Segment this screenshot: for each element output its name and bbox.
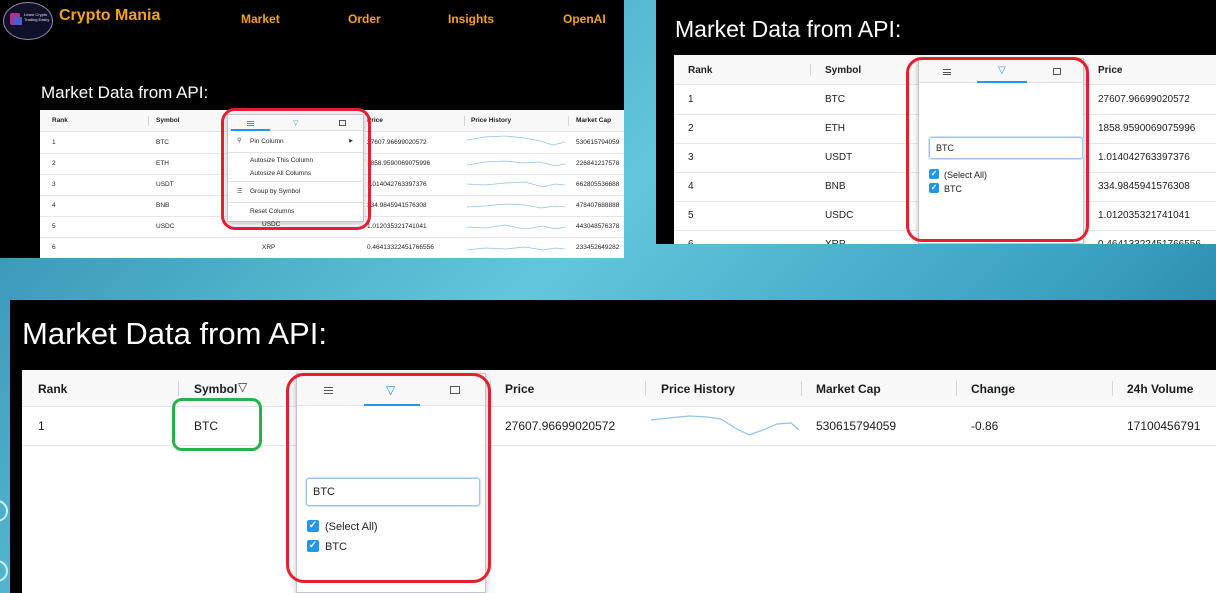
header-24h-volume[interactable]: 24h Volume: [1127, 382, 1193, 396]
cell-market-cap: 530615794059: [816, 419, 897, 433]
sparkline: [466, 160, 566, 167]
app-logo[interactable]: Learn Crypto Trading Easily: [3, 2, 53, 40]
sparkline: [466, 246, 566, 251]
header-divider: [178, 381, 179, 396]
header-rank[interactable]: Rank: [52, 117, 68, 124]
cell-price: 0.46413322451766556: [367, 244, 434, 251]
cell-market-cap: 662805536688: [576, 181, 620, 188]
nav-insights[interactable]: Insights: [448, 12, 494, 26]
highlight-filtered-symbol: [172, 398, 262, 451]
panel-filter-menu: Market Data from API: Rank Symbol Price …: [656, 0, 1216, 244]
header-price-history[interactable]: Price History: [471, 117, 511, 124]
header-divider: [568, 116, 569, 126]
header-price[interactable]: Price: [1098, 65, 1122, 76]
cell-24h-volume: 17100456791: [1127, 419, 1201, 433]
header-divider: [148, 116, 149, 126]
highlight-filter-menu: [906, 57, 1089, 242]
cell-rank: 5: [688, 210, 694, 221]
header-divider: [801, 381, 802, 396]
panel-column-menu: Learn Crypto Trading Easily Crypto Mania…: [0, 0, 624, 258]
cell-rank: 1: [52, 139, 56, 146]
cell-rank: 1: [38, 419, 45, 433]
header-price[interactable]: Price: [505, 382, 534, 396]
cell-symbol: USDC: [156, 223, 175, 230]
header-divider: [464, 116, 465, 126]
header-symbol[interactable]: Symbol: [194, 382, 237, 396]
cell-symbol: USDC: [825, 210, 854, 221]
price-history-sparkline: [650, 415, 800, 436]
cell-symbol: BTC: [825, 94, 845, 105]
page-title: Market Data from API:: [675, 16, 902, 42]
sparkline: [466, 135, 566, 146]
cell-price: 1.014042763397376: [1098, 152, 1190, 163]
cell-price: 1.012035321741041: [367, 223, 427, 230]
cell-price: 27607.96699020572: [367, 139, 427, 146]
cell-rank: 5: [52, 223, 56, 230]
header-symbol[interactable]: Symbol: [156, 117, 179, 124]
cell-market-cap: 478407688888: [576, 202, 620, 209]
app-name[interactable]: Crypto Mania: [59, 7, 160, 25]
cell-price: 27607.96699020572: [1098, 94, 1190, 105]
header-divider: [1112, 381, 1113, 396]
cell-rank: 3: [688, 152, 694, 163]
cell-price: 1.014042763397376: [367, 181, 427, 188]
cell-rank: 4: [52, 202, 56, 209]
highlight-column-menu: [221, 108, 371, 230]
nav-order[interactable]: Order: [348, 12, 381, 26]
cell-symbol: USDT: [825, 152, 853, 163]
cell-symbol: ETH: [825, 123, 845, 134]
sparkline: [466, 203, 566, 209]
cell-symbol: XRP: [825, 239, 846, 244]
page-title: Market Data from API:: [41, 83, 209, 102]
header-price-history[interactable]: Price History: [661, 382, 735, 396]
cell-price: 334.9845941576308: [367, 202, 427, 209]
cell-rank: 1: [688, 94, 694, 105]
cell-symbol: BTC: [156, 139, 169, 146]
cell-price: 27607.96699020572: [505, 419, 616, 433]
page-title: Market Data from API:: [22, 316, 327, 351]
cell-rank: 6: [52, 244, 56, 251]
cell-rank: 4: [688, 181, 694, 192]
cell-market-cap: 443048576378: [576, 223, 620, 230]
cell-price: 1858.9590069075996: [1098, 123, 1196, 134]
cell-price: 1.012035321741041: [1098, 210, 1190, 221]
header-rank[interactable]: Rank: [38, 382, 67, 396]
cell-market-cap: 226841217578: [576, 160, 620, 167]
nav-openai[interactable]: OpenAI: [563, 12, 606, 26]
header-symbol[interactable]: Symbol: [825, 65, 861, 76]
sparkline: [466, 181, 566, 188]
cell-price: 334.9845941576308: [1098, 181, 1190, 192]
cell-rank: 2: [688, 123, 694, 134]
cell-change: -0.86: [971, 419, 999, 433]
cell-symbol: BNB: [156, 202, 170, 209]
header-divider: [956, 381, 957, 396]
header-rank[interactable]: Rank: [688, 65, 712, 76]
cell-market-cap: 233452649282: [576, 244, 620, 251]
cell-symbol: USDT: [156, 181, 174, 188]
sparkline: [466, 224, 566, 230]
funnel-icon[interactable]: ▽: [238, 380, 247, 394]
nav-market[interactable]: Market: [241, 12, 280, 26]
cell-symbol: BNB: [825, 181, 846, 192]
cell-price: 0.46413322451766556: [1098, 239, 1201, 244]
price-history-sparklines: [466, 135, 566, 251]
header-market-cap[interactable]: Market Cap: [576, 117, 611, 124]
header-divider: [645, 381, 646, 396]
panel-filtered-result: Market Data from API: Rank Symbol ▽ Pric…: [10, 300, 1216, 593]
decorative-circle: [0, 560, 8, 582]
logo-tagline: Learn Crypto Trading Easily: [24, 12, 50, 22]
highlight-filter-menu: [286, 373, 491, 583]
header-divider: [810, 64, 811, 76]
cell-rank: 3: [52, 181, 56, 188]
cell-market-cap: 530615794059: [576, 139, 620, 146]
cell-symbol: ETH: [156, 160, 169, 167]
cell-symbol: XRP: [262, 244, 276, 251]
decorative-circle: [0, 500, 8, 522]
cell-rank: 2: [52, 160, 56, 167]
cell-price: 1858.9590069075996: [367, 160, 431, 167]
logo-mark-icon-secondary: [14, 17, 22, 25]
cell-rank: 6: [688, 239, 694, 244]
header-change[interactable]: Change: [971, 382, 1015, 396]
header-market-cap[interactable]: Market Cap: [816, 382, 881, 396]
